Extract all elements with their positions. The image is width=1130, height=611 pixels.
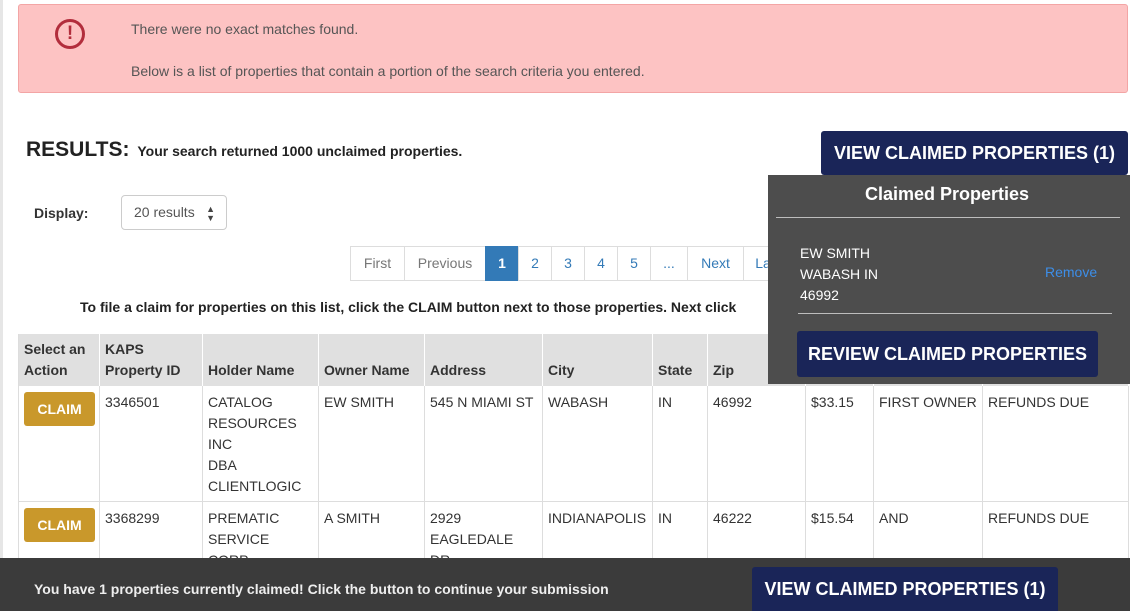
claim-button[interactable]: CLAIM <box>24 508 95 542</box>
col-header-action-line2: Action <box>24 362 68 378</box>
alert-message-title: There were no exact matches found. <box>131 21 359 37</box>
claimed-properties-panel: Claimed Properties EW SMITH WABASH IN 46… <box>768 175 1130 384</box>
results-per-page-value: 20 results <box>134 204 195 220</box>
page-first[interactable]: First <box>350 246 405 281</box>
state-cell: IN <box>652 386 708 502</box>
holder-line: RESOURCES INC <box>208 415 297 452</box>
zip-cell: 46992 <box>707 386 806 502</box>
amount-cell: $33.15 <box>805 386 874 502</box>
claimed-item: EW SMITH WABASH IN 46992 <box>800 243 878 306</box>
col-header-address: Address <box>424 334 543 386</box>
table-row: CLAIM 3346501 CATALOG RESOURCES INC DBA CLI… <box>18 386 1129 502</box>
claim-instructions: To file a claim for properties on this l… <box>80 299 737 315</box>
panel-divider <box>776 217 1120 218</box>
select-arrows-icon: ▲ ▼ <box>206 204 215 223</box>
holder-line: PREMATIC <box>208 510 280 526</box>
results-heading: RESULTS: Your search returned 1000 uncla… <box>26 138 462 162</box>
page-left-border <box>0 0 3 611</box>
col-header-kaps-line2: Property ID <box>105 362 181 378</box>
claimed-item-location: WABASH IN <box>800 266 879 282</box>
claimed-item-zip: 46992 <box>800 287 839 303</box>
description-cell: REFUNDS DUE <box>982 386 1129 502</box>
page-3[interactable]: 3 <box>551 246 585 281</box>
review-claimed-properties-button[interactable]: REVIEW CLAIMED PROPERTIES <box>797 331 1098 377</box>
results-summary: Your search returned 1000 unclaimed prop… <box>137 143 463 159</box>
col-header-kaps: KAPS Property ID <box>99 334 203 386</box>
view-claimed-properties-button[interactable]: VIEW CLAIMED PROPERTIES (1) <box>821 131 1128 175</box>
display-label: Display: <box>34 205 89 221</box>
results-label: RESULTS: <box>26 138 130 161</box>
claimed-item-name: EW SMITH <box>800 245 870 261</box>
page-4[interactable]: 4 <box>584 246 618 281</box>
no-match-alert: ! There were no exact matches found. Bel… <box>18 4 1128 93</box>
footer-view-claimed-button[interactable]: VIEW CLAIMED PROPERTIES (1) <box>752 567 1058 611</box>
address-line: 2929 <box>430 510 462 526</box>
page-5[interactable]: 5 <box>617 246 651 281</box>
page-ellipsis[interactable]: ... <box>650 246 688 281</box>
page-previous[interactable]: Previous <box>404 246 486 281</box>
col-header-holder: Holder Name <box>202 334 319 386</box>
col-header-state: State <box>652 334 708 386</box>
remove-link[interactable]: Remove <box>1045 264 1097 280</box>
page-next[interactable]: Next <box>687 246 744 281</box>
col-header-kaps-line1: KAPS <box>105 341 144 357</box>
holder-line: CATALOG <box>208 394 273 410</box>
col-header-action: Select an Action <box>18 334 100 386</box>
alert-message-detail: Below is a list of properties that conta… <box>131 63 645 79</box>
owner-type-cell: FIRST OWNER <box>873 386 983 502</box>
footer-message: You have 1 properties currently claimed!… <box>34 581 609 597</box>
col-header-city: City <box>542 334 653 386</box>
page-1[interactable]: 1 <box>485 246 519 281</box>
claimed-panel-title: Claimed Properties <box>864 184 1030 204</box>
city-cell: WABASH <box>542 386 653 502</box>
holder-line: DBA <box>208 457 237 473</box>
page-2[interactable]: 2 <box>518 246 552 281</box>
results-per-page-select[interactable]: 20 results ▲ ▼ <box>121 195 227 230</box>
pagination: First Previous 1 2 3 4 5 ... Next La <box>350 246 783 281</box>
panel-divider <box>798 313 1112 314</box>
holder-name-cell: CATALOG RESOURCES INC DBA CLIENTLOGIC <box>202 386 319 502</box>
holder-line: CLIENTLOGIC <box>208 478 302 494</box>
claim-button[interactable]: CLAIM <box>24 392 95 426</box>
exclamation-circle-icon: ! <box>55 19 85 49</box>
col-header-owner: Owner Name <box>318 334 425 386</box>
claimed-footer-bar: You have 1 properties currently claimed!… <box>0 558 1130 611</box>
col-header-action-line1: Select an <box>24 341 86 357</box>
property-id-cell: 3346501 <box>99 386 203 502</box>
owner-name-cell: EW SMITH <box>318 386 425 502</box>
address-cell: 545 N MIAMI ST <box>424 386 543 502</box>
